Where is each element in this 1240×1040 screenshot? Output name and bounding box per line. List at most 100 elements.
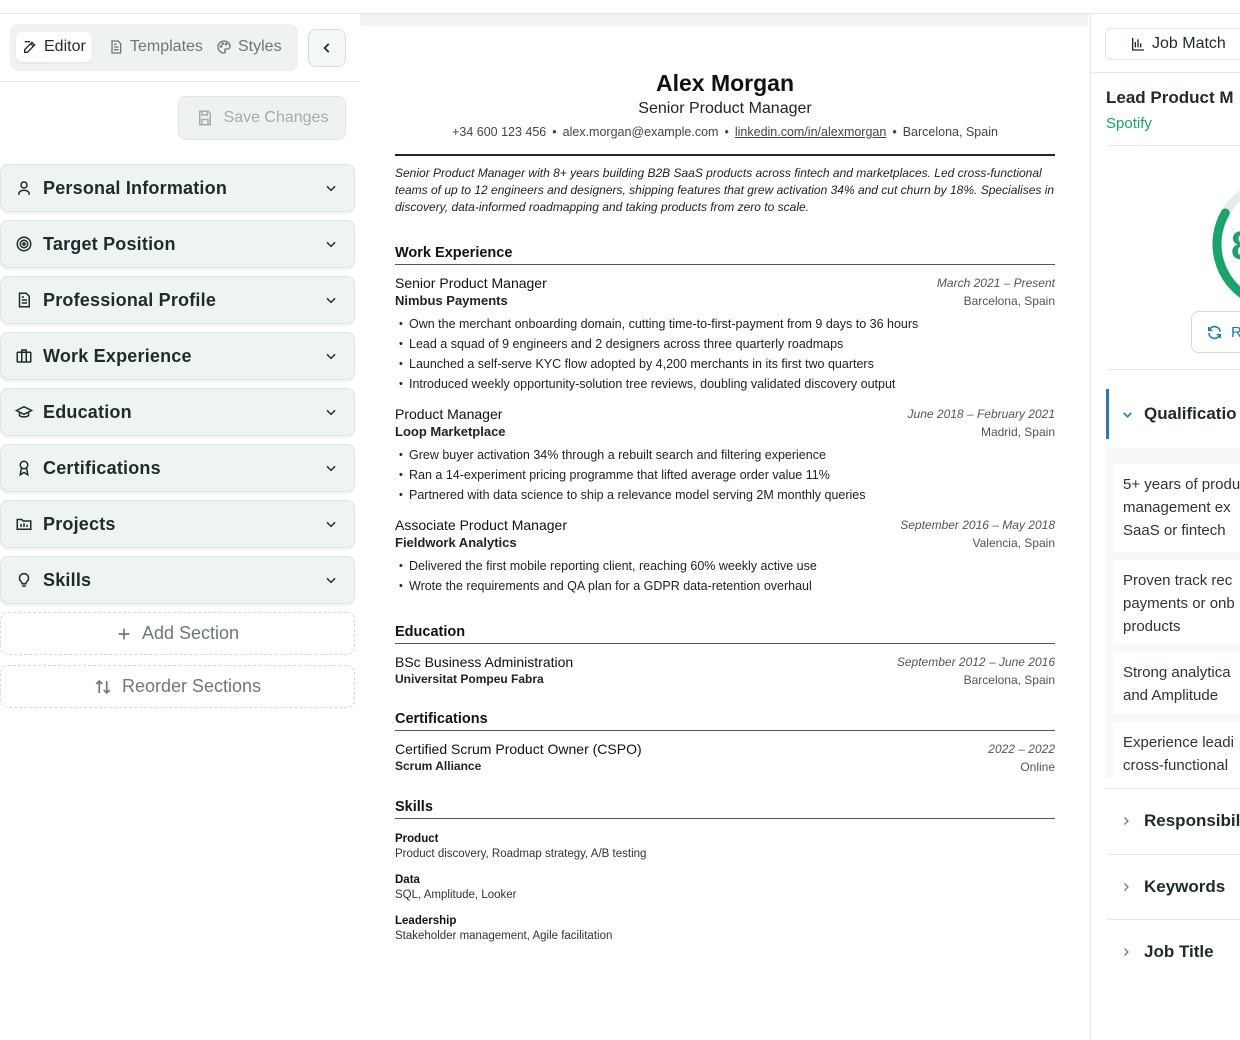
target-company: Spotify (1106, 115, 1152, 132)
certifications-section: Certifications Certified Scrum Product O… (395, 711, 1055, 774)
job-bullets: Own the merchant onboarding domain, cutt… (395, 314, 1055, 394)
job-entry: Associate Product Manager Fieldwork Anal… (395, 517, 1055, 596)
section-target-position[interactable]: Target Position (0, 220, 355, 268)
reorder-arrows-icon (95, 679, 111, 694)
award-icon (15, 459, 33, 477)
chevron-down-icon (326, 577, 336, 584)
resume-summary: Senior Product Manager with 8+ years bui… (395, 166, 1055, 214)
certification-issuer: Scrum Alliance (395, 759, 482, 773)
project-icon (15, 515, 33, 533)
section-professional-profile[interactable]: Professional Profile (0, 276, 355, 324)
resume-name: Alex Morgan (655, 70, 795, 96)
preview-top-band (360, 14, 1088, 26)
save-changes-label: Save Changes (223, 109, 329, 126)
bar-chart-icon (1132, 38, 1144, 51)
bullet: Introduced weekly opportunity-solution t… (395, 374, 1055, 394)
section-certifications[interactable]: Certifications (0, 444, 355, 492)
qualifications-list: 5+ years of produ management ex SaaS or … (1106, 448, 1240, 778)
editor-tabbar: Editor Templates Styles (10, 24, 298, 71)
qualification-line: Strong analytica (1123, 664, 1231, 681)
bullet: Ran a 14-experiment pricing programme th… (395, 465, 1055, 485)
job-match-label: Job Match (1152, 35, 1226, 52)
job-dates: March 2021 – Present (936, 276, 1055, 290)
qualification-line: 5+ years of produ (1123, 476, 1240, 493)
bullet: Delivered the first mobile reporting cli… (395, 556, 1055, 576)
section-label: Work Experience (43, 345, 192, 366)
section-label: Personal Information (43, 177, 228, 198)
job-title-accordion[interactable]: Job Title (1106, 919, 1240, 983)
tab-editor[interactable]: Editor (16, 32, 92, 62)
job-dates: June 2018 – February 2021 (907, 407, 1055, 421)
education-section: Education BSc Business Administration Un… (395, 624, 1055, 687)
certification-location: Online (1020, 760, 1055, 774)
job-location: Madrid, Spain (980, 425, 1055, 439)
certification-dates: 2022 – 2022 (988, 742, 1055, 756)
bullet: Partnered with data science to ship a re… (395, 485, 1055, 505)
header-rule (395, 154, 1055, 156)
job-bullets: Grew buyer activation 34% through a rebu… (395, 445, 1055, 505)
skills-section: Skills Product Product discovery, Roadma… (395, 799, 1055, 942)
chevron-down-icon (326, 241, 336, 248)
bullet: Launched a self-serve KYC flow adopted b… (395, 354, 1055, 374)
job-entry: Product Manager Loop Marketplace June 20… (395, 406, 1055, 505)
certification-name: Certified Scrum Product Owner (CSPO) (395, 741, 642, 757)
reorder-sections-button[interactable]: Reorder Sections (0, 665, 355, 708)
bullet: Lead a squad of 9 engineers and 2 design… (395, 334, 1055, 354)
chevron-down-icon (326, 409, 336, 416)
tab-job-match[interactable]: Job Match (1105, 28, 1240, 60)
right-divider (1091, 72, 1240, 73)
tab-styles[interactable]: Styles (210, 32, 288, 62)
section-heading: Skills (395, 799, 1055, 819)
resume-document: Alex Morgan Senior Product Manager +34 6… (395, 70, 1055, 942)
section-heading: Education (395, 624, 1055, 644)
chevron-right-icon (1124, 947, 1129, 956)
contact-linkedin-link[interactable]: linkedin.com/in/alexmorgan (735, 125, 886, 139)
editor-panel: Editor Templates Styles Save Changes Per… (0, 14, 360, 1040)
chevron-down-icon (326, 521, 336, 528)
job-entry: Senior Product Manager Nimbus Payments M… (395, 275, 1055, 394)
skill-category: Data (395, 874, 420, 886)
qualification-line: Experience leadi (1123, 734, 1234, 751)
work-experience-section: Work Experience Senior Product Manager N… (395, 245, 1055, 596)
tab-templates-label: Templates (130, 38, 203, 55)
refresh-label: R (1231, 324, 1240, 341)
target-icon (15, 235, 33, 253)
section-personal-information[interactable]: Personal Information (0, 164, 355, 212)
bullet: Wrote the requirements and QA plan for a… (395, 576, 1055, 596)
section-skills[interactable]: Skills (0, 556, 355, 604)
add-section-button[interactable]: Add Section (0, 612, 355, 655)
section-education[interactable]: Education (0, 388, 355, 436)
refresh-icon (1208, 325, 1221, 339)
left-divider (0, 81, 360, 82)
refresh-match-button[interactable]: R (1191, 311, 1240, 353)
accordion-label: Keywords (1144, 876, 1226, 896)
qualification-line: products (1123, 618, 1181, 635)
responsibilities-accordion[interactable]: Responsibil (1106, 788, 1240, 852)
divider (1106, 145, 1240, 146)
job-dates: September 2016 – May 2018 (900, 518, 1055, 532)
graduation-cap-icon (15, 403, 33, 421)
add-section-label: Add Section (141, 623, 240, 643)
section-heading: Certifications (395, 711, 1055, 731)
qualification-line: and Amplitude (1123, 687, 1219, 704)
keywords-accordion[interactable]: Keywords (1106, 854, 1240, 918)
job-company: Nimbus Payments (395, 293, 508, 308)
collapse-panel-button[interactable] (308, 29, 346, 67)
section-projects[interactable]: Projects (0, 500, 355, 548)
save-changes-button[interactable]: Save Changes (178, 96, 346, 140)
qualifications-accordion[interactable]: Qualificatio (1106, 389, 1240, 439)
contact-location: Barcelona, Spain (902, 125, 998, 139)
section-label: Education (43, 401, 132, 422)
section-work-experience[interactable]: Work Experience (0, 332, 355, 380)
skill-category: Product (395, 833, 439, 845)
tab-editor-label: Editor (44, 38, 86, 55)
edit-icon (24, 41, 36, 53)
tab-templates[interactable]: Templates (102, 32, 209, 62)
chevron-down-icon (326, 185, 336, 192)
qualification-item: Strong analytica and Amplitude (1113, 652, 1240, 714)
qualification-item: Experience leadi cross-functional (1113, 722, 1240, 778)
document-icon (111, 40, 122, 54)
match-score-text: 8 (1231, 224, 1240, 268)
qualification-line: cross-functional (1123, 757, 1229, 774)
skill-items: Stakeholder management, Agile facilitati… (395, 930, 613, 942)
